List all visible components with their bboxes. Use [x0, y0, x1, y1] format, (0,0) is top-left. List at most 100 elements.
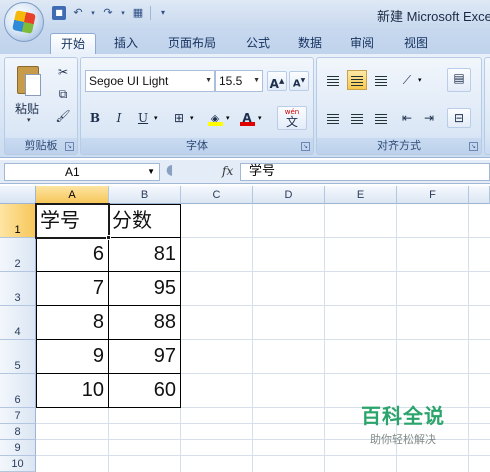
formula-bar: A1 ▼ ◖ fx 学号: [0, 160, 490, 184]
undo-icon[interactable]: ↶: [71, 6, 85, 20]
paste-label[interactable]: 粘贴: [15, 100, 39, 117]
underline-button[interactable]: U: [133, 108, 153, 128]
gridline: [252, 204, 253, 472]
wrap-text-icon[interactable]: ▤: [447, 68, 471, 92]
ribbon-tabs: 开始 插入 页面布局 公式 数据 审阅 视图: [0, 30, 490, 54]
cut-icon[interactable]: ✂: [53, 62, 73, 82]
cell-a4[interactable]: 8: [36, 306, 108, 340]
copy-icon[interactable]: ⧉: [53, 84, 73, 104]
cell-b2[interactable]: 81: [108, 238, 180, 272]
gridline: [180, 408, 181, 472]
redo-icon[interactable]: ↷: [101, 6, 115, 20]
office-logo-icon: [12, 10, 36, 34]
grow-font-button[interactable]: A▲: [267, 71, 287, 91]
orientation-dropdown-icon[interactable]: ▾: [418, 76, 422, 84]
cell-b4[interactable]: 88: [108, 306, 180, 340]
row-header-8[interactable]: 8: [0, 424, 36, 440]
format-painter-icon[interactable]: 🖌: [53, 106, 73, 126]
row-header-2[interactable]: 2: [0, 238, 36, 272]
cell-b3[interactable]: 95: [108, 272, 180, 306]
resize-handle-icon[interactable]: ◖: [166, 162, 173, 178]
cell-a3[interactable]: 7: [36, 272, 108, 306]
cell-a6[interactable]: 10: [36, 374, 108, 408]
font-group: Segoe UI Light ▼ 15.5 ▼ A▲ A▼ B I U ▾ ⊞ …: [80, 57, 314, 155]
cell-b1[interactable]: 分数: [108, 204, 180, 238]
row-header-3[interactable]: 3: [0, 272, 36, 306]
font-color-swatch: [240, 122, 255, 126]
font-color-button[interactable]: A: [237, 108, 257, 128]
bold-button[interactable]: B: [85, 108, 105, 128]
align-right-button[interactable]: [371, 108, 391, 128]
tab-insert[interactable]: 插入: [106, 33, 146, 54]
number-group-partial: [484, 57, 490, 155]
tab-data[interactable]: 数据: [290, 33, 330, 54]
window-title: 新建 Microsoft Excel: [377, 9, 490, 24]
gridline: [36, 455, 490, 456]
row-header-4[interactable]: 4: [0, 306, 36, 340]
align-middle-button[interactable]: [347, 70, 367, 90]
font-family-select[interactable]: Segoe UI Light ▼: [85, 70, 215, 92]
column-header-f[interactable]: F: [397, 186, 469, 204]
clipboard-launcher-icon[interactable]: ↘: [65, 142, 74, 151]
font-launcher-icon[interactable]: ↘: [301, 142, 310, 151]
customize-qat-icon[interactable]: ▾: [156, 6, 170, 20]
gridline: [108, 408, 109, 472]
redo-dropdown-icon[interactable]: ▾: [120, 6, 126, 20]
office-button[interactable]: [4, 2, 44, 42]
shrink-font-button[interactable]: A▼: [289, 71, 309, 91]
row-header-6[interactable]: 6: [0, 374, 36, 408]
cell-b5[interactable]: 97: [108, 340, 180, 374]
align-center-button[interactable]: [347, 108, 367, 128]
align-bottom-button[interactable]: [371, 70, 391, 90]
paste-dropdown-icon[interactable]: ▾: [27, 116, 31, 124]
fill-dropdown-icon[interactable]: ▾: [226, 114, 230, 122]
alignment-launcher-icon[interactable]: ↘: [469, 142, 478, 151]
increase-indent-icon[interactable]: ⇥: [419, 108, 439, 128]
phonetic-guide-button[interactable]: wén 文: [277, 106, 307, 130]
row-header-7[interactable]: 7: [0, 408, 36, 424]
tab-page-layout[interactable]: 页面布局: [160, 33, 224, 54]
column-header-g-partial[interactable]: [469, 186, 490, 204]
column-header-c[interactable]: C: [181, 186, 253, 204]
font-size-select[interactable]: 15.5 ▼: [215, 70, 263, 92]
merge-center-icon[interactable]: ⊟: [447, 108, 471, 128]
italic-button[interactable]: I: [109, 108, 129, 128]
undo-dropdown-icon[interactable]: ▾: [90, 6, 96, 20]
borders-icon[interactable]: ⊞: [169, 108, 189, 128]
tab-review[interactable]: 审阅: [342, 33, 382, 54]
column-header-e[interactable]: E: [325, 186, 397, 204]
fill-handle[interactable]: [106, 235, 111, 240]
column-header-b[interactable]: B: [109, 186, 181, 204]
cell-a5[interactable]: 9: [36, 340, 108, 374]
name-box[interactable]: A1 ▼: [4, 163, 160, 181]
print-preview-icon[interactable]: ▦: [131, 6, 145, 20]
orientation-icon[interactable]: ⟋: [397, 70, 417, 90]
row-header-5[interactable]: 5: [0, 340, 36, 374]
save-icon[interactable]: ■: [52, 6, 66, 20]
row-header-9[interactable]: 9: [0, 440, 36, 456]
quick-access-toolbar: ■ ↶ ▾ ↷ ▾ ▦ ▾: [52, 6, 170, 20]
font-color-dropdown-icon[interactable]: ▾: [258, 114, 262, 122]
row-header-10[interactable]: 10: [0, 456, 36, 472]
align-top-button[interactable]: [323, 70, 343, 90]
row-header-1[interactable]: 1: [0, 204, 36, 238]
align-left-button[interactable]: [323, 108, 343, 128]
tab-home[interactable]: 开始: [50, 33, 96, 54]
clipboard-group: 粘贴 ▾ ✂ ⧉ 🖌 剪贴板 ↘: [4, 57, 78, 155]
fill-color-button[interactable]: ◈: [205, 108, 225, 128]
underline-dropdown-icon[interactable]: ▾: [154, 114, 158, 122]
cell-a2[interactable]: 6: [36, 238, 108, 272]
tab-view[interactable]: 视图: [396, 33, 436, 54]
insert-function-icon[interactable]: fx: [222, 164, 233, 178]
watermark: 百科全说 助你轻松解决: [348, 400, 458, 447]
column-header-a[interactable]: A: [36, 186, 109, 204]
cell-b6[interactable]: 60: [108, 374, 180, 408]
paste-icon[interactable]: [13, 64, 43, 98]
formula-controls: ◖ fx: [166, 162, 236, 181]
decrease-indent-icon[interactable]: ⇤: [397, 108, 417, 128]
borders-dropdown-icon[interactable]: ▾: [190, 114, 194, 122]
column-header-d[interactable]: D: [253, 186, 325, 204]
select-all-button[interactable]: [0, 186, 36, 204]
formula-input[interactable]: 学号: [240, 163, 490, 181]
tab-formulas[interactable]: 公式: [238, 33, 278, 54]
